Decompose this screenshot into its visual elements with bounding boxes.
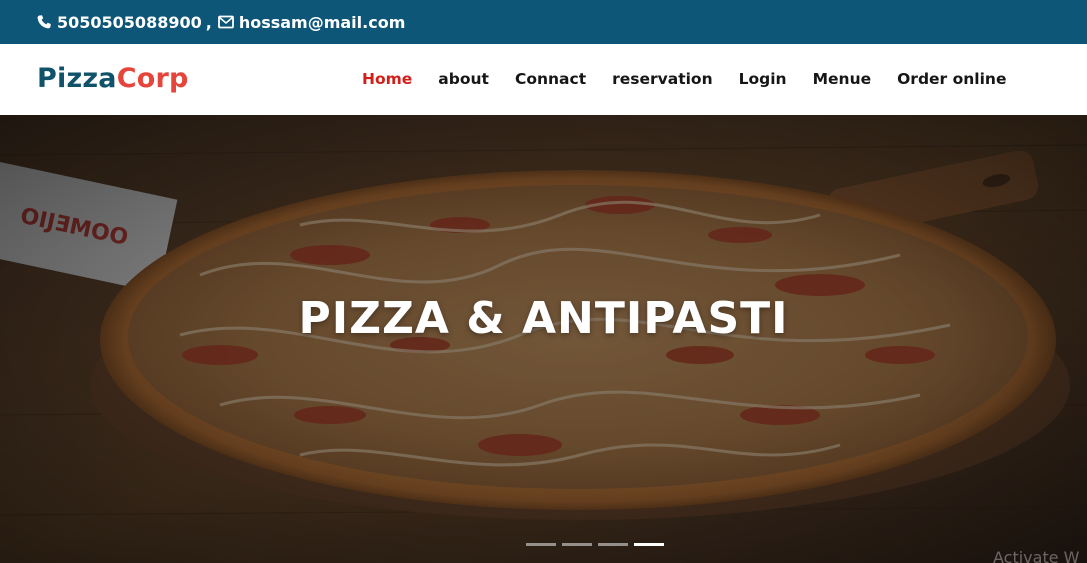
phone-number: 5050505088900 (57, 12, 202, 32)
nav-item-reservation[interactable]: reservation (612, 70, 713, 88)
hero-title: PIZZA & ANTIPASTI (298, 293, 789, 344)
nav-item-order-online[interactable]: Order online (897, 70, 1006, 88)
nav-item-home[interactable]: Home (362, 70, 412, 88)
nav-item-about[interactable]: about (438, 70, 489, 88)
carousel-indicator-1[interactable] (526, 543, 556, 546)
nav-menu: Home about Connact reservation Login Men… (362, 70, 1032, 88)
nav-item-connact[interactable]: Connact (515, 70, 586, 88)
contact-separator: , (205, 12, 212, 32)
carousel-indicators (526, 543, 664, 546)
phone-icon (36, 14, 52, 30)
brand-logo-part1: Pizza (37, 63, 117, 94)
carousel-indicator-2[interactable] (562, 543, 592, 546)
carousel-indicator-4[interactable] (634, 543, 664, 546)
brand-logo-part2: Corp (116, 63, 189, 94)
carousel-indicator-3[interactable] (598, 543, 628, 546)
main-navbar: PizzaCorp Home about Connact reservation… (0, 44, 1087, 115)
activate-windows-watermark: Activate W (993, 548, 1080, 563)
nav-item-menue[interactable]: Menue (813, 70, 872, 88)
brand-logo[interactable]: PizzaCorp (37, 63, 189, 94)
envelope-icon (217, 15, 234, 29)
hero-carousel[interactable]: OIJƎMOO (0, 115, 1087, 563)
email-address: hossam@mail.com (238, 12, 406, 32)
nav-item-login[interactable]: Login (739, 70, 787, 88)
top-contact-bar: 5050505088900 , hossam@mail.com (0, 0, 1087, 44)
